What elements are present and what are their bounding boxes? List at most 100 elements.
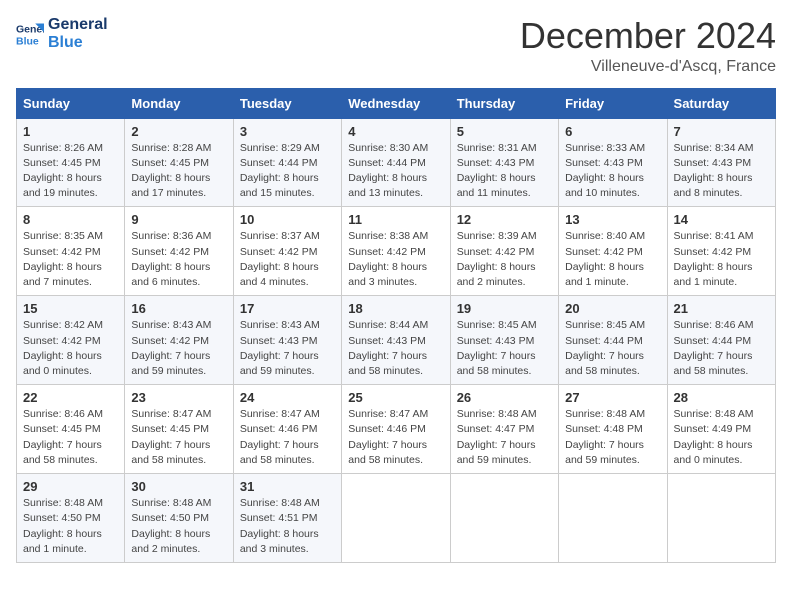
day-cell: 10 Sunrise: 8:37 AMSunset: 4:42 PMDayligh… — [233, 207, 341, 296]
day-number: 10 — [240, 212, 335, 227]
day-number: 28 — [674, 390, 769, 405]
day-number: 18 — [348, 301, 443, 316]
week-row-1: 1 Sunrise: 8:26 AMSunset: 4:45 PMDaylight… — [17, 118, 776, 207]
day-info: Sunrise: 8:46 AMSunset: 4:44 PMDaylight:… — [674, 318, 769, 379]
day-info: Sunrise: 8:47 AMSunset: 4:46 PMDaylight:… — [240, 407, 335, 468]
location-title: Villeneuve-d'Ascq, France — [520, 58, 776, 76]
day-header-friday: Friday — [559, 88, 667, 118]
day-number: 9 — [131, 212, 226, 227]
day-cell — [450, 474, 558, 563]
day-cell: 8 Sunrise: 8:35 AMSunset: 4:42 PMDaylight… — [17, 207, 125, 296]
day-info: Sunrise: 8:39 AMSunset: 4:42 PMDaylight:… — [457, 229, 552, 290]
day-header-saturday: Saturday — [667, 88, 775, 118]
day-info: Sunrise: 8:34 AMSunset: 4:43 PMDaylight:… — [674, 141, 769, 202]
day-number: 14 — [674, 212, 769, 227]
day-cell: 1 Sunrise: 8:26 AMSunset: 4:45 PMDaylight… — [17, 118, 125, 207]
day-cell — [342, 474, 450, 563]
day-cell: 6Sunrise: 8:33 AMSunset: 4:43 PMDaylight… — [559, 118, 667, 207]
day-cell: 19 Sunrise: 8:45 AMSunset: 4:43 PMDayligh… — [450, 296, 558, 385]
day-number: 24 — [240, 390, 335, 405]
day-info: Sunrise: 8:48 AMSunset: 4:50 PMDaylight:… — [23, 496, 118, 557]
logo: General Blue General Blue — [16, 16, 108, 51]
svg-text:Blue: Blue — [16, 35, 39, 47]
day-cell: 25Sunrise: 8:47 AMSunset: 4:46 PMDayligh… — [342, 385, 450, 474]
day-number: 25 — [348, 390, 443, 405]
day-cell: 29Sunrise: 8:48 AMSunset: 4:50 PMDayligh… — [17, 474, 125, 563]
day-info: Sunrise: 8:48 AMSunset: 4:47 PMDaylight:… — [457, 407, 552, 468]
day-cell: 7 Sunrise: 8:34 AMSunset: 4:43 PMDaylight… — [667, 118, 775, 207]
day-header-sunday: Sunday — [17, 88, 125, 118]
day-cell — [559, 474, 667, 563]
day-info: Sunrise: 8:41 AMSunset: 4:42 PMDaylight:… — [674, 229, 769, 290]
day-info: Sunrise: 8:45 AMSunset: 4:44 PMDaylight:… — [565, 318, 660, 379]
day-cell: 14 Sunrise: 8:41 AMSunset: 4:42 PMDayligh… — [667, 207, 775, 296]
day-cell: 5 Sunrise: 8:31 AMSunset: 4:43 PMDaylight… — [450, 118, 558, 207]
day-info: Sunrise: 8:28 AMSunset: 4:45 PMDaylight:… — [131, 141, 226, 202]
header: General Blue General Blue December 2024 … — [16, 16, 776, 76]
title-area: December 2024 Villeneuve-d'Ascq, France — [520, 16, 776, 76]
day-cell: 26 Sunrise: 8:48 AMSunset: 4:47 PMDayligh… — [450, 385, 558, 474]
day-number: 20 — [565, 301, 660, 316]
day-number: 27 — [565, 390, 660, 405]
day-number: 3 — [240, 124, 335, 139]
day-number: 7 — [674, 124, 769, 139]
day-cell: 13 Sunrise: 8:40 AMSunset: 4:42 PMDayligh… — [559, 207, 667, 296]
logo-general: General — [48, 16, 108, 34]
day-number: 1 — [23, 124, 118, 139]
day-cell: 9 Sunrise: 8:36 AMSunset: 4:42 PMDaylight… — [125, 207, 233, 296]
day-cell: 28 Sunrise: 8:48 AMSunset: 4:49 PMDayligh… — [667, 385, 775, 474]
day-cell: 27 Sunrise: 8:48 AMSunset: 4:48 PMDayligh… — [559, 385, 667, 474]
day-info: Sunrise: 8:31 AMSunset: 4:43 PMDaylight:… — [457, 141, 552, 202]
day-cell: 16Sunrise: 8:43 AMSunset: 4:42 PMDayligh… — [125, 296, 233, 385]
week-row-3: 15Sunrise: 8:42 AMSunset: 4:42 PMDayligh… — [17, 296, 776, 385]
day-number: 12 — [457, 212, 552, 227]
day-cell — [667, 474, 775, 563]
day-info: Sunrise: 8:30 AMSunset: 4:44 PMDaylight:… — [348, 141, 443, 202]
logo-icon: General Blue — [16, 20, 44, 48]
day-number: 23 — [131, 390, 226, 405]
calendar-table: SundayMondayTuesdayWednesdayThursdayFrid… — [16, 88, 776, 563]
day-number: 5 — [457, 124, 552, 139]
day-cell: 17Sunrise: 8:43 AMSunset: 4:43 PMDayligh… — [233, 296, 341, 385]
day-header-wednesday: Wednesday — [342, 88, 450, 118]
day-number: 30 — [131, 479, 226, 494]
day-info: Sunrise: 8:44 AMSunset: 4:43 PMDaylight:… — [348, 318, 443, 379]
day-info: Sunrise: 8:48 AMSunset: 4:50 PMDaylight:… — [131, 496, 226, 557]
day-cell: 3 Sunrise: 8:29 AMSunset: 4:44 PMDaylight… — [233, 118, 341, 207]
day-info: Sunrise: 8:45 AMSunset: 4:43 PMDaylight:… — [457, 318, 552, 379]
day-number: 8 — [23, 212, 118, 227]
day-info: Sunrise: 8:48 AMSunset: 4:51 PMDaylight:… — [240, 496, 335, 557]
month-title: December 2024 — [520, 16, 776, 56]
day-info: Sunrise: 8:42 AMSunset: 4:42 PMDaylight:… — [23, 318, 118, 379]
day-cell: 15Sunrise: 8:42 AMSunset: 4:42 PMDayligh… — [17, 296, 125, 385]
day-info: Sunrise: 8:37 AMSunset: 4:42 PMDaylight:… — [240, 229, 335, 290]
day-info: Sunrise: 8:40 AMSunset: 4:42 PMDaylight:… — [565, 229, 660, 290]
day-cell: 4Sunrise: 8:30 AMSunset: 4:44 PMDaylight… — [342, 118, 450, 207]
day-info: Sunrise: 8:48 AMSunset: 4:49 PMDaylight:… — [674, 407, 769, 468]
day-info: Sunrise: 8:43 AMSunset: 4:42 PMDaylight:… — [131, 318, 226, 379]
day-number: 13 — [565, 212, 660, 227]
day-info: Sunrise: 8:26 AMSunset: 4:45 PMDaylight:… — [23, 141, 118, 202]
day-info: Sunrise: 8:48 AMSunset: 4:48 PMDaylight:… — [565, 407, 660, 468]
week-row-5: 29Sunrise: 8:48 AMSunset: 4:50 PMDayligh… — [17, 474, 776, 563]
day-header-row: SundayMondayTuesdayWednesdayThursdayFrid… — [17, 88, 776, 118]
day-info: Sunrise: 8:47 AMSunset: 4:45 PMDaylight:… — [131, 407, 226, 468]
day-cell: 20 Sunrise: 8:45 AMSunset: 4:44 PMDayligh… — [559, 296, 667, 385]
day-cell: 31Sunrise: 8:48 AMSunset: 4:51 PMDayligh… — [233, 474, 341, 563]
day-info: Sunrise: 8:36 AMSunset: 4:42 PMDaylight:… — [131, 229, 226, 290]
day-cell: 22Sunrise: 8:46 AMSunset: 4:45 PMDayligh… — [17, 385, 125, 474]
day-cell: 23 Sunrise: 8:47 AMSunset: 4:45 PMDayligh… — [125, 385, 233, 474]
day-info: Sunrise: 8:29 AMSunset: 4:44 PMDaylight:… — [240, 141, 335, 202]
day-number: 26 — [457, 390, 552, 405]
day-number: 17 — [240, 301, 335, 316]
day-header-thursday: Thursday — [450, 88, 558, 118]
day-number: 2 — [131, 124, 226, 139]
day-info: Sunrise: 8:38 AMSunset: 4:42 PMDaylight:… — [348, 229, 443, 290]
day-cell: 21 Sunrise: 8:46 AMSunset: 4:44 PMDayligh… — [667, 296, 775, 385]
day-number: 11 — [348, 212, 443, 227]
day-header-monday: Monday — [125, 88, 233, 118]
day-info: Sunrise: 8:46 AMSunset: 4:45 PMDaylight:… — [23, 407, 118, 468]
day-number: 19 — [457, 301, 552, 316]
day-info: Sunrise: 8:35 AMSunset: 4:42 PMDaylight:… — [23, 229, 118, 290]
day-number: 21 — [674, 301, 769, 316]
